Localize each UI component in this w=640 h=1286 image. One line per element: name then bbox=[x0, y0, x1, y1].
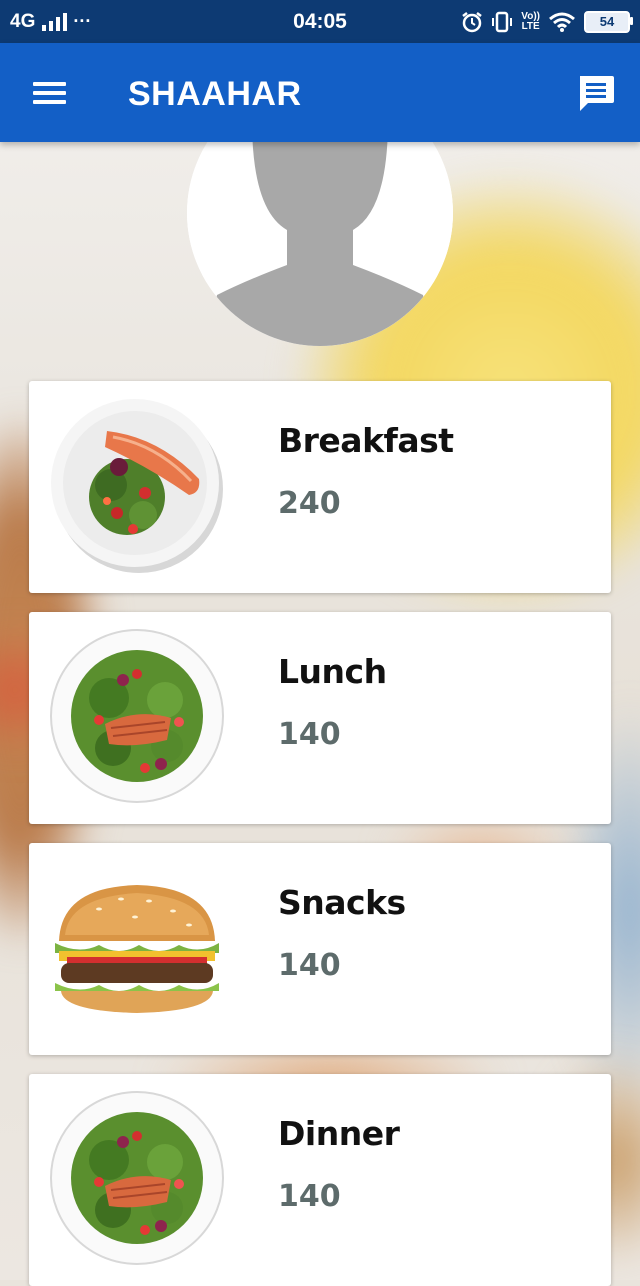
chat-message-icon bbox=[580, 76, 614, 111]
meal-label: Snacks bbox=[278, 883, 406, 922]
app-title: SHAAHAR bbox=[128, 75, 302, 113]
meal-calories: 140 bbox=[278, 948, 341, 983]
meal-calories: 240 bbox=[278, 486, 341, 521]
meal-label: Lunch bbox=[278, 652, 387, 691]
meal-card-snacks[interactable]: Snacks 140 bbox=[29, 843, 611, 1055]
menu-button[interactable] bbox=[28, 73, 72, 113]
salmon-salad-plate-image bbox=[51, 399, 223, 573]
meal-calories: 140 bbox=[278, 717, 341, 752]
meal-card-lunch[interactable]: Lunch 140 bbox=[29, 612, 611, 824]
alarm-icon bbox=[462, 11, 483, 32]
meal-label: Dinner bbox=[278, 1114, 400, 1153]
meal-card-dinner[interactable]: Dinner 140 bbox=[29, 1074, 611, 1286]
chat-button[interactable] bbox=[574, 71, 618, 115]
salmon-salad-bowl-image bbox=[50, 1091, 224, 1265]
meal-calories: 140 bbox=[278, 1179, 341, 1214]
wifi-icon bbox=[549, 12, 575, 32]
burger-image bbox=[55, 885, 219, 1013]
meal-card-breakfast[interactable]: Breakfast 240 bbox=[29, 381, 611, 593]
volte-indicator: Vo)) LTE bbox=[521, 10, 540, 32]
salmon-salad-bowl-image bbox=[50, 629, 224, 803]
app-bar: SHAAHAR bbox=[0, 43, 640, 142]
battery-indicator: 54 bbox=[584, 10, 633, 33]
vibrate-icon bbox=[492, 11, 513, 32]
meal-label: Breakfast bbox=[278, 421, 454, 460]
status-bar: 4G ··· 04:05 Vo)) LTE 54 bbox=[0, 0, 640, 43]
